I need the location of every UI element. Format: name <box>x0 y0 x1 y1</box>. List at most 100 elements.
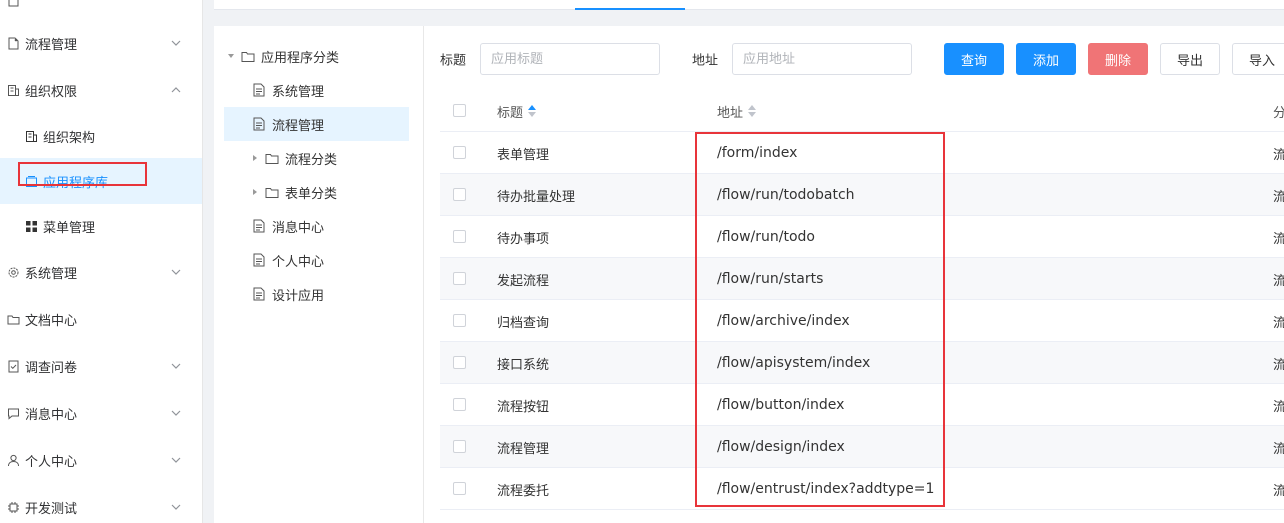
row-category: 流 <box>1273 441 1284 457</box>
folder-icon <box>265 185 279 199</box>
sidebar: 流程管理 组织权限 组织架构 应用程序库 菜单管理 系统管理 文档中心 调查问卷… <box>0 0 203 523</box>
export-button[interactable]: 导出 <box>1160 43 1220 75</box>
delete-button[interactable]: 删除 <box>1088 43 1148 75</box>
category-tree: 应用程序分类 系统管理 流程管理 流程分类 表单分类 消息中心 个人中心 设计应… <box>214 26 424 523</box>
row-checkbox[interactable] <box>453 356 466 369</box>
tree-node-label: 表单分类 <box>285 186 338 202</box>
tree-node-form-category[interactable]: 表单分类 <box>248 175 433 209</box>
row-category: 流 <box>1273 483 1284 499</box>
row-checkbox[interactable] <box>453 440 466 453</box>
caret-right-icon[interactable] <box>248 151 262 165</box>
sidebar-item-menu-management[interactable]: 菜单管理 <box>0 203 202 249</box>
document-icon <box>252 287 266 301</box>
table-row[interactable]: 待办批量处理 /flow/run/todobatch 流 <box>440 174 1284 216</box>
tree-node-label: 消息中心 <box>272 220 325 236</box>
chevron-down-icon <box>170 360 182 372</box>
sidebar-item-dev-test[interactable]: 开发测试 <box>0 484 202 523</box>
tree-node-flow-category[interactable]: 流程分类 <box>248 141 433 175</box>
sort-icon[interactable] <box>748 105 757 117</box>
row-title: 归档查询 <box>497 315 550 331</box>
sidebar-item-document-center[interactable]: 文档中心 <box>0 296 202 342</box>
user-icon <box>6 453 20 467</box>
table-row[interactable]: 流程按钮 /flow/button/index 流 <box>440 384 1284 426</box>
table-row[interactable]: 表单管理 /form/index 流 <box>440 132 1284 174</box>
tree-node-system-management[interactable]: 系统管理 <box>252 73 437 107</box>
grid-icon <box>24 219 38 233</box>
row-title: 表单管理 <box>497 147 550 163</box>
building-icon <box>24 129 38 143</box>
sidebar-item-flow-management[interactable]: 流程管理 <box>0 20 202 66</box>
column-header-title[interactable]: 标题 <box>497 90 697 132</box>
row-title: 流程按钮 <box>497 399 550 415</box>
import-button[interactable]: 导入 <box>1232 43 1284 75</box>
file-icon <box>6 0 20 7</box>
row-checkbox[interactable] <box>453 146 466 159</box>
document-icon <box>252 219 266 233</box>
row-address: /form/index <box>717 145 798 161</box>
sidebar-item-personal-center[interactable]: 个人中心 <box>0 437 202 483</box>
tree-node-label: 流程分类 <box>285 152 338 168</box>
address-search-input[interactable] <box>732 43 912 75</box>
chip-icon <box>6 500 20 514</box>
tree-node-label: 系统管理 <box>272 84 325 100</box>
row-checkbox[interactable] <box>453 482 466 495</box>
row-title: 接口系统 <box>497 357 550 373</box>
tree-root[interactable]: 应用程序分类 <box>224 39 409 73</box>
sort-icon[interactable] <box>528 105 537 117</box>
row-address: /flow/run/todo <box>717 229 815 245</box>
table-row[interactable]: 流程委托 /flow/entrust/index?addtype=1 流 <box>440 468 1284 510</box>
row-category: 流 <box>1273 357 1284 373</box>
document-icon <box>252 253 266 267</box>
sidebar-item-org-structure[interactable]: 组织架构 <box>0 113 202 159</box>
row-category: 流 <box>1273 315 1284 331</box>
title-search-input[interactable] <box>480 43 660 75</box>
sidebar-item-label: 系统管理 <box>25 266 78 282</box>
row-address: /flow/design/index <box>717 439 845 455</box>
table-row[interactable]: 待办事项 /flow/run/todo 流 <box>440 216 1284 258</box>
gear-icon <box>6 265 20 279</box>
sidebar-item-label: 个人中心 <box>25 454 78 470</box>
row-address: /flow/entrust/index?addtype=1 <box>717 481 935 497</box>
table-header: 标题 地址 分 <box>440 90 1284 132</box>
sidebar-item-org-permissions[interactable]: 组织权限 <box>0 67 202 113</box>
row-checkbox[interactable] <box>453 314 466 327</box>
tree-node-label: 设计应用 <box>272 288 325 304</box>
title-filter-label: 标题 <box>440 53 467 69</box>
table-row[interactable]: 流程管理 /flow/design/index 流 <box>440 426 1284 468</box>
select-all-checkbox[interactable] <box>453 104 466 117</box>
sidebar-item-system-management[interactable]: 系统管理 <box>0 249 202 295</box>
tree-node-personal-center[interactable]: 个人中心 <box>252 243 437 277</box>
caret-down-icon[interactable] <box>224 49 238 63</box>
chevron-down-icon <box>170 407 182 419</box>
sidebar-item-survey[interactable]: 调查问卷 <box>0 343 202 389</box>
row-title: 待办批量处理 <box>497 189 576 205</box>
row-category: 流 <box>1273 273 1284 289</box>
sidebar-item-app-library[interactable]: 应用程序库 <box>0 158 202 204</box>
table-row[interactable]: 接口系统 /flow/apisystem/index 流 <box>440 342 1284 384</box>
add-button[interactable]: 添加 <box>1016 43 1076 75</box>
app-icon <box>24 174 38 188</box>
tree-node-flow-management[interactable]: 流程管理 <box>224 107 409 141</box>
tree-node-message-center[interactable]: 消息中心 <box>252 209 437 243</box>
chevron-down-icon <box>170 266 182 278</box>
table-row[interactable]: 归档查询 /flow/archive/index 流 <box>440 300 1284 342</box>
caret-right-icon[interactable] <box>248 185 262 199</box>
sidebar-item-label: 文档中心 <box>25 313 78 329</box>
column-header-category[interactable]: 分 <box>1273 90 1284 132</box>
row-checkbox[interactable] <box>453 272 466 285</box>
row-checkbox[interactable] <box>453 398 466 411</box>
document-icon <box>252 83 266 97</box>
column-header-address[interactable]: 地址 <box>717 90 967 132</box>
query-button[interactable]: 查询 <box>944 43 1004 75</box>
row-checkbox[interactable] <box>453 188 466 201</box>
sidebar-item-message-center[interactable]: 消息中心 <box>0 390 202 436</box>
tree-node-design-app[interactable]: 设计应用 <box>252 277 437 311</box>
table-row[interactable]: 发起流程 /flow/run/starts 流 <box>440 258 1284 300</box>
row-checkbox[interactable] <box>453 230 466 243</box>
sidebar-item-label: 组织架构 <box>43 130 96 146</box>
tree-node-label: 个人中心 <box>272 254 325 270</box>
sidebar-item-label: 菜单管理 <box>43 220 96 236</box>
folder-icon <box>241 49 255 63</box>
survey-icon <box>6 359 20 373</box>
row-address: /flow/run/starts <box>717 271 824 287</box>
